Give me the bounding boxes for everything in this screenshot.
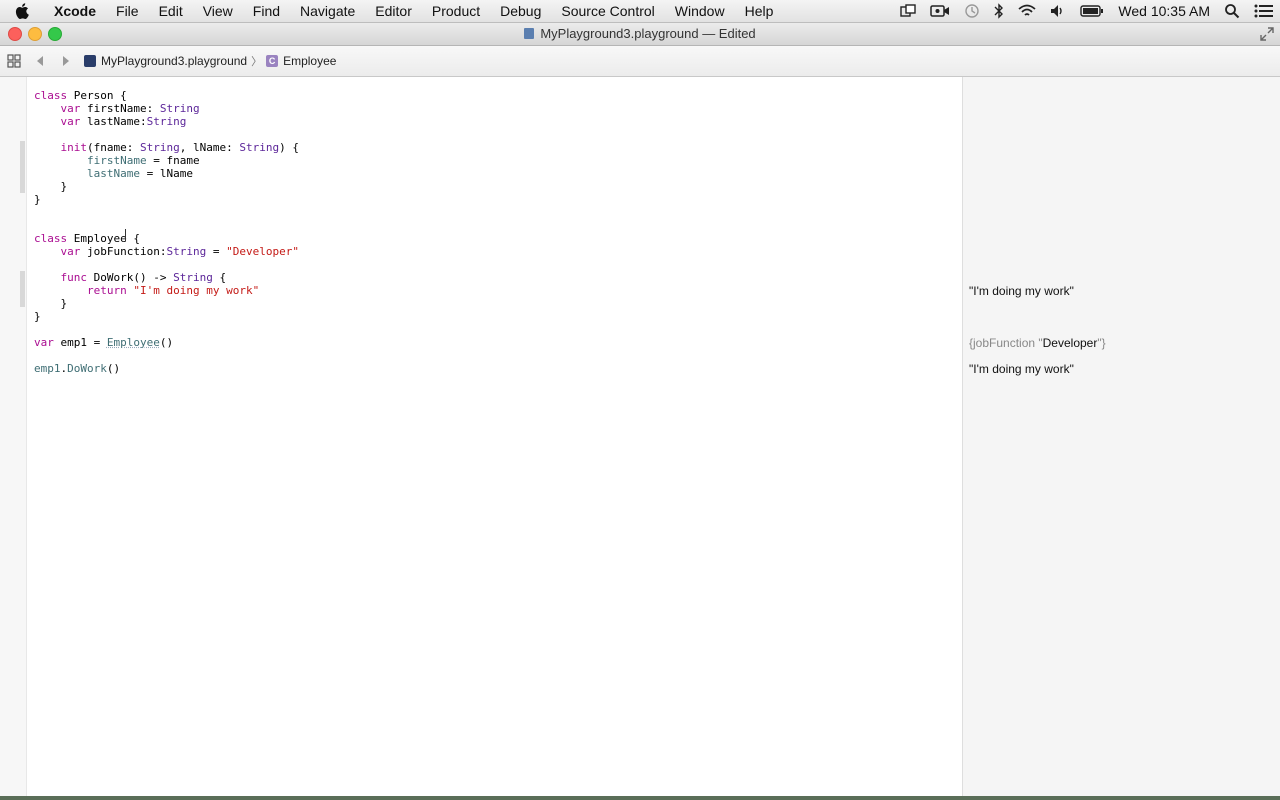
code-editor[interactable]: class Person { var firstName: String var…	[27, 77, 962, 800]
result-text: "I'm doing my work"	[969, 284, 1074, 298]
status-area: Wed 10:35 AM	[900, 0, 1274, 22]
code-line: var jobFunction:String = "Developer"	[34, 245, 299, 258]
menu-view[interactable]: View	[193, 0, 243, 22]
menu-product[interactable]: Product	[422, 0, 490, 22]
result-dowork-call[interactable]: "I'm doing my work"	[969, 362, 1074, 376]
facetime-camera-icon[interactable]	[930, 4, 950, 18]
menu-editor[interactable]: Editor	[365, 0, 422, 22]
window-title: MyPlayground3.playground — Edited	[0, 23, 1280, 45]
breadcrumb-employee[interactable]: C Employee	[266, 54, 336, 68]
menu-edit[interactable]: Edit	[149, 0, 193, 22]
window-title-text: MyPlayground3.playground — Edited	[540, 26, 755, 41]
jump-bar: MyPlayground3.playground 〉 C Employee	[0, 46, 1280, 77]
code-line: }	[34, 180, 67, 193]
code-line: firstName = fname	[34, 154, 200, 167]
battery-icon[interactable]	[1080, 4, 1104, 18]
result-key: {jobFunction "	[969, 336, 1043, 350]
playground-file-icon	[524, 28, 534, 39]
menu-navigate[interactable]: Navigate	[290, 0, 365, 22]
code-line: return "I'm doing my work"	[34, 284, 259, 297]
code-line: func DoWork() -> String {	[34, 271, 226, 284]
window-title-bar: MyPlayground3.playground — Edited	[0, 23, 1280, 46]
gutter-change-marker	[20, 141, 25, 193]
desktop-edge	[0, 796, 1280, 800]
gutter-change-marker	[20, 271, 25, 307]
results-sidebar: "I'm doing my work" {jobFunction "Develo…	[962, 77, 1280, 800]
code-line: class Person {	[34, 89, 127, 102]
volume-icon[interactable]	[1050, 4, 1066, 18]
code-line: var emp1 = Employee()	[34, 336, 173, 349]
bluetooth-icon[interactable]	[994, 3, 1004, 19]
menu-source-control[interactable]: Source Control	[551, 0, 664, 22]
result-close: "}	[1097, 336, 1105, 350]
breadcrumb-playground-label: MyPlayground3.playground	[101, 54, 247, 68]
screen-share-icon[interactable]	[900, 4, 916, 18]
menu-app-xcode[interactable]: Xcode	[44, 0, 106, 22]
notification-center-icon[interactable]	[1254, 4, 1274, 18]
code-line: init(fname: String, lName: String) {	[34, 141, 299, 154]
navigate-back-icon[interactable]	[28, 49, 52, 73]
editor-gutter	[0, 77, 27, 800]
menu-debug[interactable]: Debug	[490, 0, 551, 22]
text-cursor	[125, 229, 126, 241]
wifi-icon[interactable]	[1018, 4, 1036, 18]
menubar-clock[interactable]: Wed 10:35 AM	[1118, 3, 1210, 19]
code-line: emp1.DoWork()	[34, 362, 120, 375]
navigate-forward-icon[interactable]	[54, 49, 78, 73]
breadcrumb-employee-label: Employee	[283, 54, 336, 68]
menu-file[interactable]: File	[106, 0, 149, 22]
result-value: Developer	[1043, 336, 1098, 350]
code-line: var lastName:String	[34, 115, 186, 128]
fullscreen-icon[interactable]	[1260, 27, 1274, 46]
code-line: }	[34, 297, 67, 310]
code-line: var firstName: String	[34, 102, 200, 115]
breadcrumb-separator-icon: 〉	[251, 53, 262, 69]
code-line: }	[34, 310, 41, 323]
related-items-grid-icon[interactable]	[2, 49, 26, 73]
menu-bar: Xcode File Edit View Find Navigate Edito…	[0, 0, 1280, 23]
time-machine-icon[interactable]	[964, 3, 980, 19]
apple-logo-icon[interactable]	[0, 3, 44, 19]
code-line: }	[34, 193, 41, 206]
playground-file-icon	[84, 55, 96, 67]
breadcrumb-playground[interactable]: MyPlayground3.playground	[84, 54, 247, 68]
class-symbol-icon: C	[266, 55, 278, 67]
result-text: "I'm doing my work"	[969, 362, 1074, 376]
menu-find[interactable]: Find	[243, 0, 290, 22]
menu-window[interactable]: Window	[665, 0, 735, 22]
result-emp1[interactable]: {jobFunction "Developer"}	[969, 336, 1106, 350]
spotlight-search-icon[interactable]	[1224, 3, 1240, 19]
code-line: lastName = lName	[34, 167, 193, 180]
result-return-line[interactable]: "I'm doing my work"	[969, 284, 1074, 298]
menu-help[interactable]: Help	[735, 0, 784, 22]
